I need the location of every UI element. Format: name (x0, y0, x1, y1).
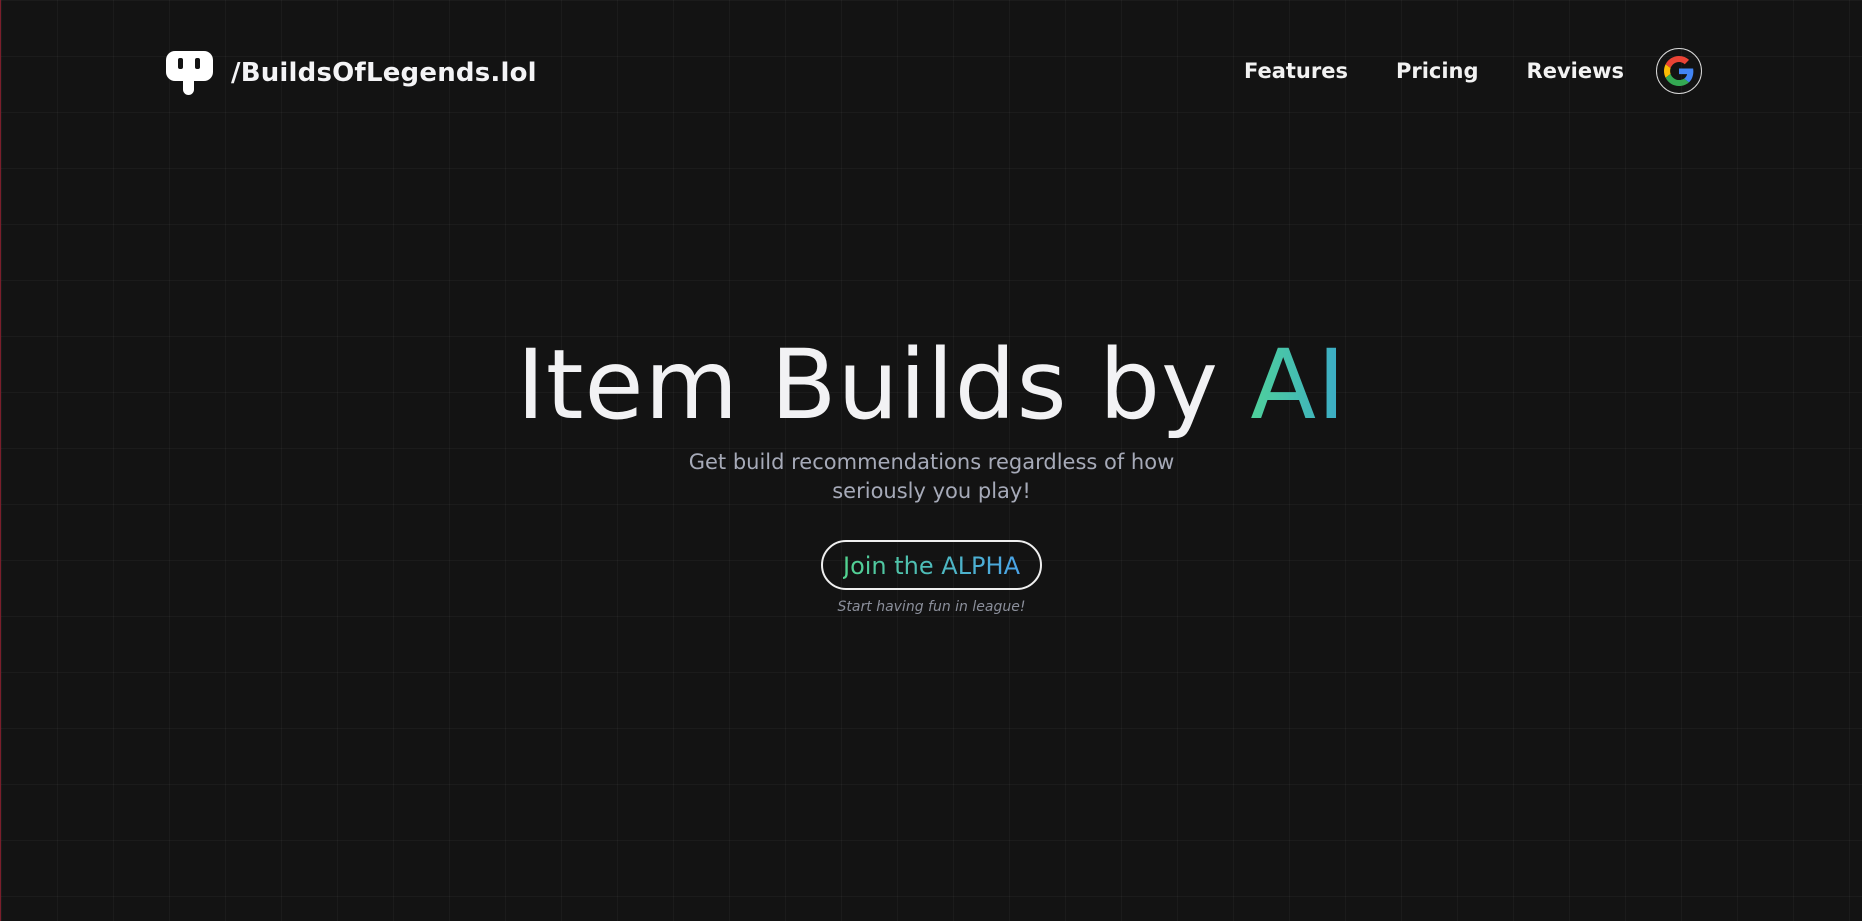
plug-icon (166, 51, 213, 95)
hero-title-accent: AI (1250, 329, 1347, 441)
landing-page: /BuildsOfLegends.lol Features Pricing Re… (0, 0, 1862, 921)
hero-subtitle: Get build recommendations regardless of … (688, 450, 1175, 503)
google-icon (1664, 56, 1694, 86)
hero-title-main: Item Builds by (516, 329, 1251, 441)
nav-pricing[interactable]: Pricing (1396, 59, 1479, 83)
join-alpha-button[interactable]: Join the ALPHA (820, 540, 1042, 590)
site-header: /BuildsOfLegends.lol Features Pricing Re… (1, 0, 1862, 145)
hero-title: Item Builds by AI (1, 330, 1862, 440)
google-signin-button[interactable] (1656, 48, 1702, 94)
nav-reviews[interactable]: Reviews (1527, 59, 1624, 83)
brand-name: /BuildsOfLegends.lol (231, 57, 537, 88)
join-alpha-label: Join the ALPHA (842, 552, 1020, 580)
brand-link[interactable]: /BuildsOfLegends.lol (166, 49, 537, 96)
cta-note: Start having fun in league! (837, 599, 1026, 615)
main-nav: Features Pricing Reviews (1244, 48, 1702, 94)
nav-features[interactable]: Features (1244, 59, 1348, 83)
hero-section: Item Builds by AI Get build recommendati… (1, 330, 1862, 615)
